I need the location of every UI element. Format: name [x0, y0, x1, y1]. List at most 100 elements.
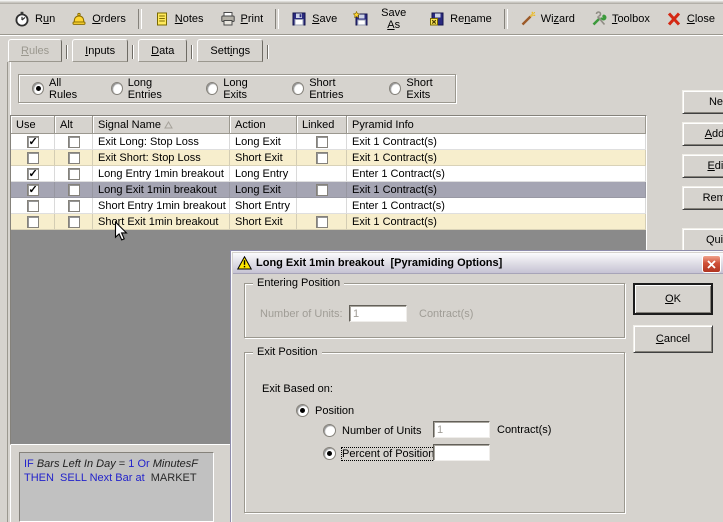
code-token: Bars Left In Day — [36, 458, 116, 470]
toolbar-rename-button[interactable]: Rename — [421, 8, 500, 30]
toolbar-run-button[interactable]: Run — [6, 8, 63, 30]
tab-rules[interactable]: Rules — [8, 39, 63, 62]
tab-data[interactable]: Data — [138, 39, 188, 62]
code-token: IF — [24, 458, 37, 470]
exit-position-group: Exit Position Exit Based on: Position Nu… — [244, 346, 625, 513]
exit-number-of-units-radio[interactable] — [323, 424, 336, 437]
column-header-signal-name[interactable]: Signal Name — [93, 116, 230, 134]
pyramid-info-cell: Exit 1 Contract(s) — [347, 134, 646, 150]
tab-divider — [267, 45, 269, 59]
rule-row-long-entry-1min-breakout[interactable]: Long Entry 1min breakoutLong Entry Enter … — [11, 166, 646, 182]
radio-icon — [389, 82, 402, 95]
use-checkbox[interactable] — [26, 199, 39, 212]
rules-table-body: Exit Long: Stop LossLong ExitExit 1 Cont… — [11, 134, 646, 230]
rule-row-exit-short-stop-loss[interactable]: Exit Short: Stop Loss Short Exit Exit 1 Co… — [11, 150, 646, 166]
alt-checkbox[interactable] — [67, 215, 80, 228]
toolbar-save-button[interactable]: Save — [283, 8, 345, 30]
rule-row-exit-long-stop-loss[interactable]: Exit Long: Stop LossLong Exit Exit 1 Cont… — [11, 134, 646, 150]
action-cell: Long Entry — [230, 166, 297, 182]
filter-short-entries-radio[interactable]: Short Entries — [292, 77, 367, 101]
linked-checkbox[interactable] — [315, 151, 328, 164]
add-r-button[interactable]: Add R — [682, 122, 723, 146]
column-header-label: Action — [235, 118, 266, 131]
toolbar-toolbox-button[interactable]: Toolbox — [583, 8, 658, 30]
percent-of-position-radio[interactable] — [323, 447, 336, 460]
use-checkbox[interactable] — [26, 183, 39, 196]
dialog-close-button[interactable] — [702, 255, 721, 273]
column-header-linked[interactable]: Linked — [297, 116, 347, 134]
edit-i-button[interactable]: Edit I — [682, 154, 723, 178]
rule-row-short-exit-1min-breakout[interactable]: Short Exit 1min breakout Short Exit Exit 1… — [11, 214, 646, 230]
ok-button[interactable]: OK — [633, 283, 713, 315]
action-cell: Short Entry — [230, 198, 297, 214]
percent-of-position-input[interactable] — [433, 444, 490, 461]
linked-checkbox[interactable] — [315, 135, 328, 148]
exit-number-of-units-label: Number of Units — [342, 424, 422, 437]
alt-checkbox[interactable] — [67, 135, 80, 148]
code-token: = — [115, 458, 129, 470]
toolbar-print-button[interactable]: Print — [212, 8, 272, 30]
tab-divider — [132, 45, 134, 59]
use-checkbox[interactable] — [26, 135, 39, 148]
alt-checkbox[interactable] — [67, 151, 80, 164]
exit-contracts-label: Contract(s) — [497, 424, 552, 436]
pyramid-info-cell: Enter 1 Contract(s) — [347, 166, 646, 182]
column-header-use[interactable]: Use — [11, 116, 55, 134]
tab-settings[interactable]: Settings — [197, 39, 264, 62]
column-header-action[interactable]: Action — [230, 116, 297, 134]
save-as-icon — [353, 11, 369, 27]
filter-short-exits-radio[interactable]: Short Exits — [389, 77, 455, 101]
toolbar-notes-button[interactable]: Notes — [146, 8, 212, 30]
rule-row-short-entry-1min-breakout[interactable]: Short Entry 1min breakout Short Entry Ente… — [11, 198, 646, 214]
remov-button[interactable]: Remov — [682, 186, 723, 210]
radio-label: Short Exits — [406, 76, 433, 101]
rule-filter-group: All Rules Long Entries Long Exits Short Ent… — [18, 74, 456, 103]
tab-label: Settings — [210, 44, 251, 57]
dialog-titlebar[interactable]: Long Exit 1min breakout [Pyramiding Opti… — [233, 253, 723, 274]
linked-checkbox[interactable] — [315, 215, 328, 228]
print-icon — [220, 11, 236, 27]
use-checkbox[interactable] — [26, 151, 39, 164]
toolbar-button-label: Save As — [381, 7, 407, 31]
filter-long-exits-radio[interactable]: Long Exits — [206, 77, 270, 101]
signal-name-cell: Exit Short: Stop Loss — [93, 150, 230, 166]
toolbar: Run Orders Notes Print Save Save As Rename Wiza… — [0, 4, 723, 35]
use-checkbox[interactable] — [26, 167, 39, 180]
rules-table-header: Use Alt Signal Name Action Linked Pyramid Inf… — [11, 116, 646, 134]
rule-row-long-exit-1min-breakout[interactable]: Long Exit 1min breakoutLong Exit Exit 1 C… — [11, 182, 646, 198]
alt-checkbox[interactable] — [67, 199, 80, 212]
column-header-pyramid-info[interactable]: Pyramid Info — [347, 116, 646, 134]
filter-long-entries-radio[interactable]: Long Entries — [110, 77, 185, 101]
run-icon — [14, 11, 30, 27]
use-cell — [11, 182, 55, 198]
alt-checkbox[interactable] — [67, 183, 80, 196]
exit-based-on-label: Exit Based on: — [262, 383, 333, 395]
tab-label: Data — [151, 44, 175, 57]
filter-all-rules-radio[interactable]: All Rules — [32, 77, 89, 101]
alt-cell — [55, 198, 93, 214]
toolbar-button-label: Toolbox — [611, 13, 650, 25]
dialog-title: Long Exit 1min breakout [Pyramiding Opti… — [256, 257, 503, 269]
quick-button[interactable]: Quick — [682, 228, 723, 252]
orders-icon — [71, 11, 87, 27]
alt-checkbox[interactable] — [67, 167, 80, 180]
use-cell — [11, 214, 55, 230]
tab-inputs[interactable]: Inputs — [72, 39, 129, 62]
use-cell — [11, 134, 55, 150]
new-button[interactable]: New — [682, 90, 723, 114]
use-checkbox[interactable] — [26, 215, 39, 228]
rename-icon — [429, 11, 445, 27]
linked-checkbox[interactable] — [315, 183, 328, 196]
column-header-alt[interactable]: Alt — [55, 116, 93, 134]
cancel-button[interactable]: Cancel — [633, 325, 713, 353]
warning-icon — [237, 256, 252, 270]
column-header-label: Use — [16, 118, 36, 131]
linked-cell — [297, 150, 347, 166]
code-line: IF Bars Left In Day = 1 Or MinutesF — [24, 457, 213, 471]
toolbar-save-as-button[interactable]: Save As — [345, 4, 421, 34]
toolbar-wizard-button[interactable]: Wizard — [512, 8, 583, 30]
toolbar-close-button[interactable]: Close — [658, 8, 723, 30]
position-radio[interactable] — [296, 404, 309, 417]
toolbar-orders-button[interactable]: Orders — [63, 8, 134, 30]
action-cell: Short Exit — [230, 214, 297, 230]
